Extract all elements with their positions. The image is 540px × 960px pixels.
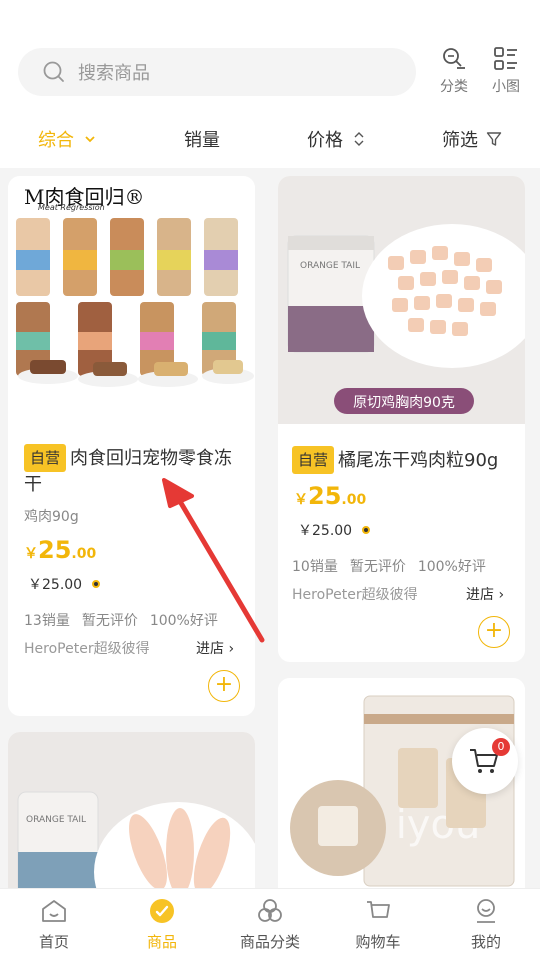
bottom-nav: 首页 商品 商品分类 购物车 我的 bbox=[0, 888, 540, 960]
review-status: 暂无评价 bbox=[81, 613, 138, 629]
enter-store-label: 进店 bbox=[466, 587, 494, 603]
add-to-cart-button[interactable]: + bbox=[478, 616, 510, 648]
grid-list-icon bbox=[494, 47, 517, 70]
sort-price[interactable]: 价格 bbox=[307, 126, 367, 152]
store-name: HeroPeter超级彼得 bbox=[292, 587, 418, 603]
nav-cart[interactable]: 购物车 bbox=[324, 897, 432, 952]
sort-bar: 综合 销量 价格 筛选 bbox=[0, 112, 540, 168]
floating-cart-button[interactable]: 0 bbox=[452, 728, 518, 794]
product-stats: 13销量 暂无评价 100%好评 bbox=[24, 610, 230, 630]
chevron-right-icon: › bbox=[498, 587, 505, 603]
sort-filter-label: 筛选 bbox=[442, 130, 478, 151]
price-decimal: .00 bbox=[71, 546, 97, 562]
chevron-right-icon: › bbox=[228, 641, 235, 657]
nav-categories[interactable]: 商品分类 bbox=[216, 897, 324, 952]
category-label: 分类 bbox=[440, 79, 468, 95]
product-price: ￥25.00 bbox=[24, 536, 96, 564]
member-price: ￥25.00 bbox=[298, 520, 371, 540]
product-title[interactable]: 自营 橘尾冻干鸡肉粒90g bbox=[292, 446, 518, 474]
sales-count: 10销量 bbox=[292, 559, 338, 575]
sort-comprehensive[interactable]: 综合 bbox=[38, 126, 98, 152]
nav-categories-label: 商品分类 bbox=[239, 933, 300, 951]
jar-label: ORANGE TAIL bbox=[26, 815, 86, 825]
nav-home-label: 首页 bbox=[38, 933, 69, 951]
jar-label: ORANGE TAIL bbox=[300, 261, 360, 271]
filter-icon bbox=[486, 132, 502, 146]
search-icon bbox=[43, 61, 64, 82]
sort-filter[interactable]: 筛选 bbox=[442, 126, 502, 152]
product-price: ￥25.00 bbox=[294, 482, 366, 510]
home-icon bbox=[42, 900, 66, 922]
search-bar[interactable]: 搜索商品 bbox=[18, 48, 416, 96]
self-operated-tag: 自营 bbox=[24, 444, 67, 472]
chevron-down-icon bbox=[85, 136, 95, 143]
shopping-cart-icon bbox=[367, 901, 390, 918]
enter-store-link[interactable]: 进店 › bbox=[466, 584, 504, 604]
category-icon bbox=[443, 48, 465, 69]
add-to-cart-button[interactable]: + bbox=[208, 670, 240, 702]
nav-home[interactable]: 首页 bbox=[0, 897, 108, 952]
member-price-text: ￥25.00 bbox=[298, 523, 353, 539]
nav-products-label: 商品 bbox=[146, 933, 177, 951]
profile-icon bbox=[477, 899, 495, 923]
small-view-button[interactable]: 小图 bbox=[482, 46, 530, 98]
member-icon bbox=[92, 580, 101, 588]
product-title-text: 橘尾冻干鸡肉粒90g bbox=[338, 450, 499, 471]
nav-products[interactable]: 商品 bbox=[108, 897, 216, 952]
price-currency: ￥ bbox=[24, 546, 38, 562]
review-status: 暂无评价 bbox=[349, 559, 406, 575]
member-price-text: ￥25.00 bbox=[28, 577, 83, 593]
product-title[interactable]: 自营 肉食回归宠物零食冻干 bbox=[24, 444, 246, 498]
positive-rating: 100%好评 bbox=[149, 613, 218, 629]
search-placeholder: 搜索商品 bbox=[78, 63, 150, 84]
price-currency: ￥ bbox=[294, 492, 308, 508]
product-spec: 鸡肉90g bbox=[24, 509, 79, 525]
price-integer: 25 bbox=[308, 482, 342, 510]
product-stats: 10销量 暂无评价 100%好评 bbox=[292, 556, 498, 576]
sales-count: 13销量 bbox=[24, 613, 70, 629]
product-card[interactable]: ORANGE TAIL 原切鸡胸肉90克 自营 橘尾冻干鸡肉粒90g ￥25.00… bbox=[278, 176, 525, 662]
store-name: HeroPeter超级彼得 bbox=[24, 641, 150, 657]
product-card[interactable]: M肉食回归® Meat Regression 自营 肉食回归宠物零食冻干 鸡肉90… bbox=[8, 176, 255, 716]
product-image: M肉食回归® Meat Regression bbox=[8, 176, 255, 406]
categories-icon bbox=[258, 899, 282, 922]
category-button[interactable]: 分类 bbox=[430, 46, 478, 98]
price-integer: 25 bbox=[38, 536, 72, 564]
small-view-label: 小图 bbox=[492, 79, 520, 95]
header: 搜索商品 分类 小图 bbox=[0, 0, 540, 112]
member-icon bbox=[362, 526, 371, 534]
enter-store-label: 进店 bbox=[196, 641, 224, 657]
sort-sales[interactable]: 销量 bbox=[184, 126, 220, 152]
image-caption: 原切鸡胸肉90克 bbox=[353, 394, 455, 411]
product-image: ORANGE TAIL 原切鸡胸肉90克 bbox=[278, 176, 525, 424]
positive-rating: 100%好评 bbox=[417, 559, 486, 575]
sort-updown-icon bbox=[354, 132, 364, 146]
sort-price-label: 价格 bbox=[307, 130, 343, 151]
sort-comprehensive-label: 综合 bbox=[38, 130, 74, 151]
price-decimal: .00 bbox=[341, 492, 367, 508]
member-price: ￥25.00 bbox=[28, 574, 101, 594]
enter-store-link[interactable]: 进店 › bbox=[196, 638, 234, 658]
nav-cart-label: 购物车 bbox=[355, 933, 401, 951]
sort-sales-label: 销量 bbox=[184, 130, 220, 151]
self-operated-tag: 自营 bbox=[292, 446, 335, 474]
nav-profile[interactable]: 我的 bbox=[432, 897, 540, 952]
products-icon bbox=[150, 899, 174, 923]
brand-subtitle: Meat Regression bbox=[38, 203, 105, 212]
cart-badge: 0 bbox=[492, 738, 510, 756]
nav-profile-label: 我的 bbox=[470, 933, 501, 951]
